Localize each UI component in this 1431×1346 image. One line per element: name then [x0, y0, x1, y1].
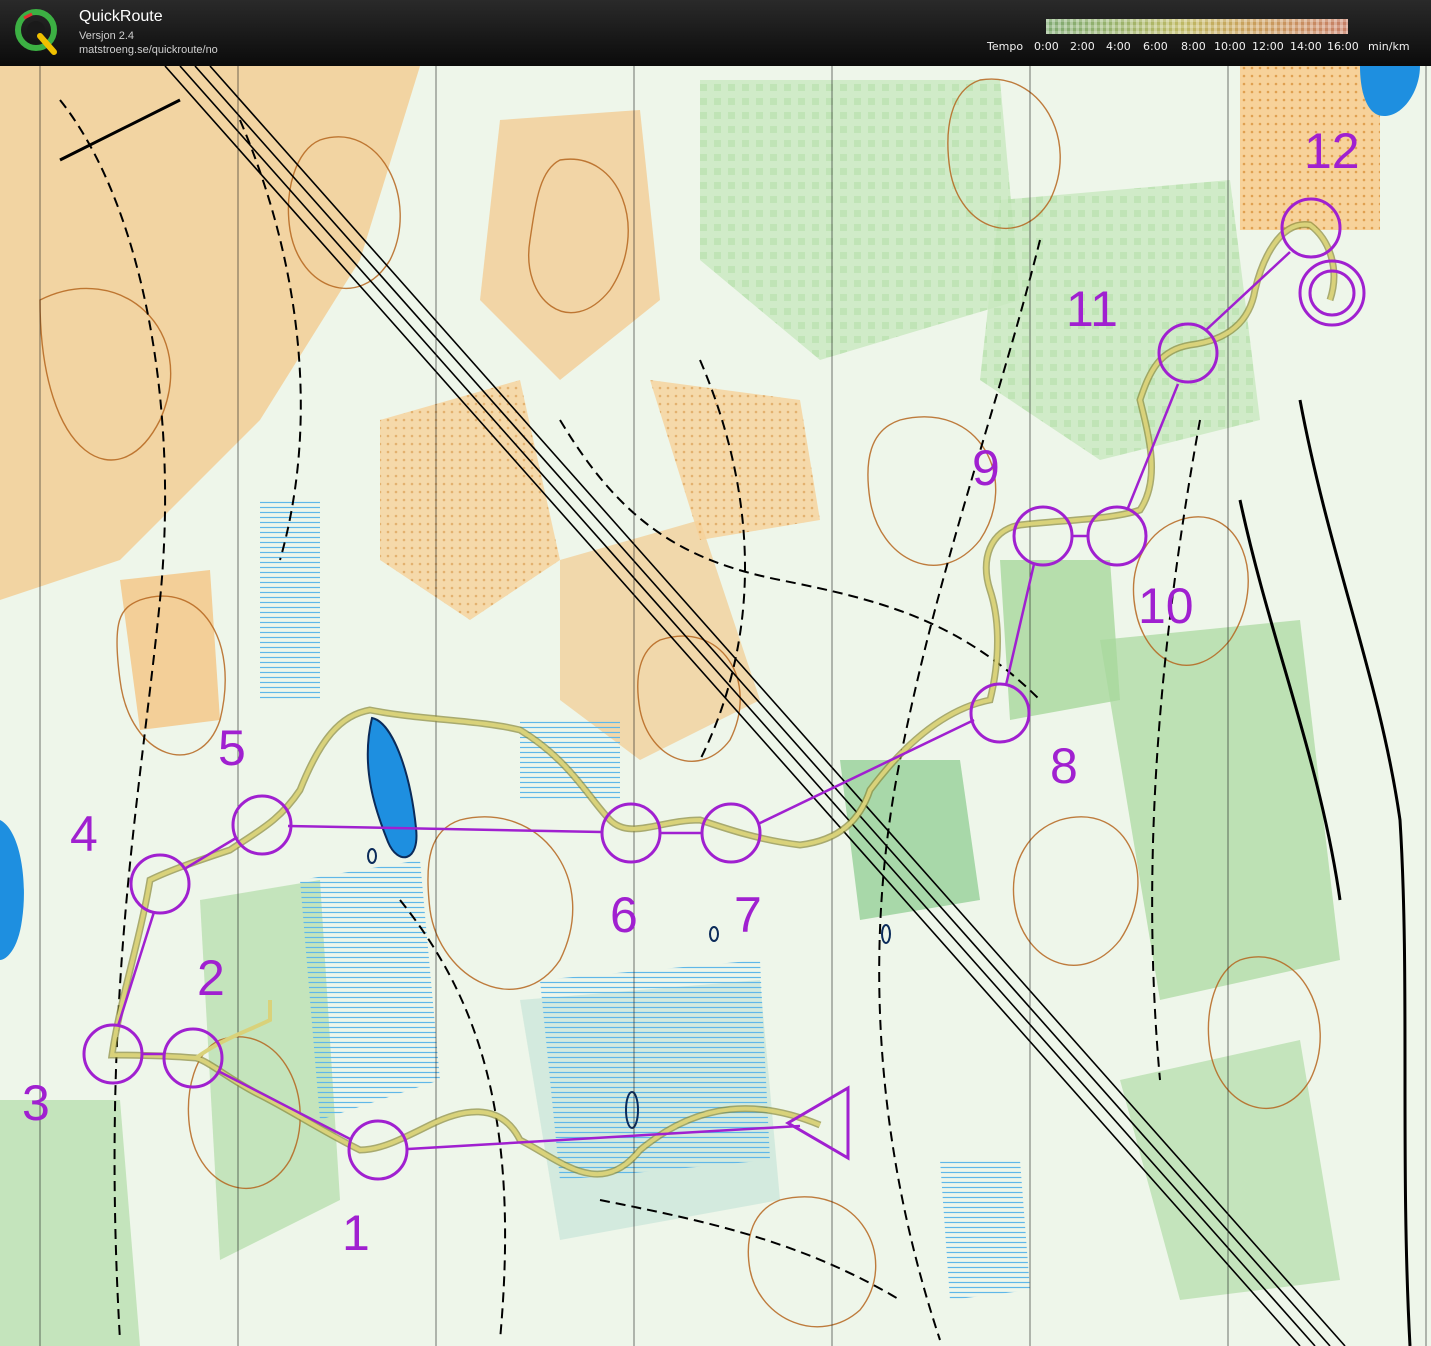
tempo-tick: 14:00 [1290, 40, 1322, 53]
tempo-unit: min/km [1368, 40, 1410, 53]
control-number: 5 [218, 720, 246, 776]
tempo-tick: 16:00 [1327, 40, 1359, 53]
tempo-color-scale [1046, 19, 1348, 34]
control-number: 1 [342, 1205, 370, 1261]
app-title: QuickRoute [79, 8, 163, 25]
control-number: 9 [972, 440, 1000, 496]
tempo-label: Tempo [987, 40, 1024, 53]
control-number: 8 [1050, 738, 1078, 794]
app-header: QuickRoute Versjon 2.4 matstroeng.se/qui… [0, 0, 1431, 66]
tempo-tick: 0:00 [1034, 40, 1059, 53]
control-number: 12 [1304, 123, 1360, 179]
tempo-tick: 6:00 [1143, 40, 1168, 53]
app-version: Versjon 2.4 [79, 30, 135, 42]
tempo-tick: 8:00 [1181, 40, 1206, 53]
app-url[interactable]: matstroeng.se/quickroute/no [79, 44, 218, 56]
control-number: 4 [70, 806, 98, 862]
tempo-tick: 2:00 [1070, 40, 1095, 53]
tempo-tick: 12:00 [1252, 40, 1284, 53]
control-number: 2 [197, 950, 225, 1006]
tempo-tick: 10:00 [1214, 40, 1246, 53]
orienteering-map[interactable]: 1 2 3 4 5 6 7 8 9 10 11 12 [0, 66, 1431, 1346]
tempo-tick: 4:00 [1106, 40, 1131, 53]
control-number: 7 [734, 887, 762, 943]
quickroute-logo-icon [15, 9, 57, 55]
control-number: 6 [610, 887, 638, 943]
control-number: 10 [1138, 578, 1194, 634]
control-number: 3 [22, 1075, 50, 1131]
control-number: 11 [1066, 281, 1118, 337]
map-canvas: 1 2 3 4 5 6 7 8 9 10 11 12 [0, 66, 1431, 1346]
